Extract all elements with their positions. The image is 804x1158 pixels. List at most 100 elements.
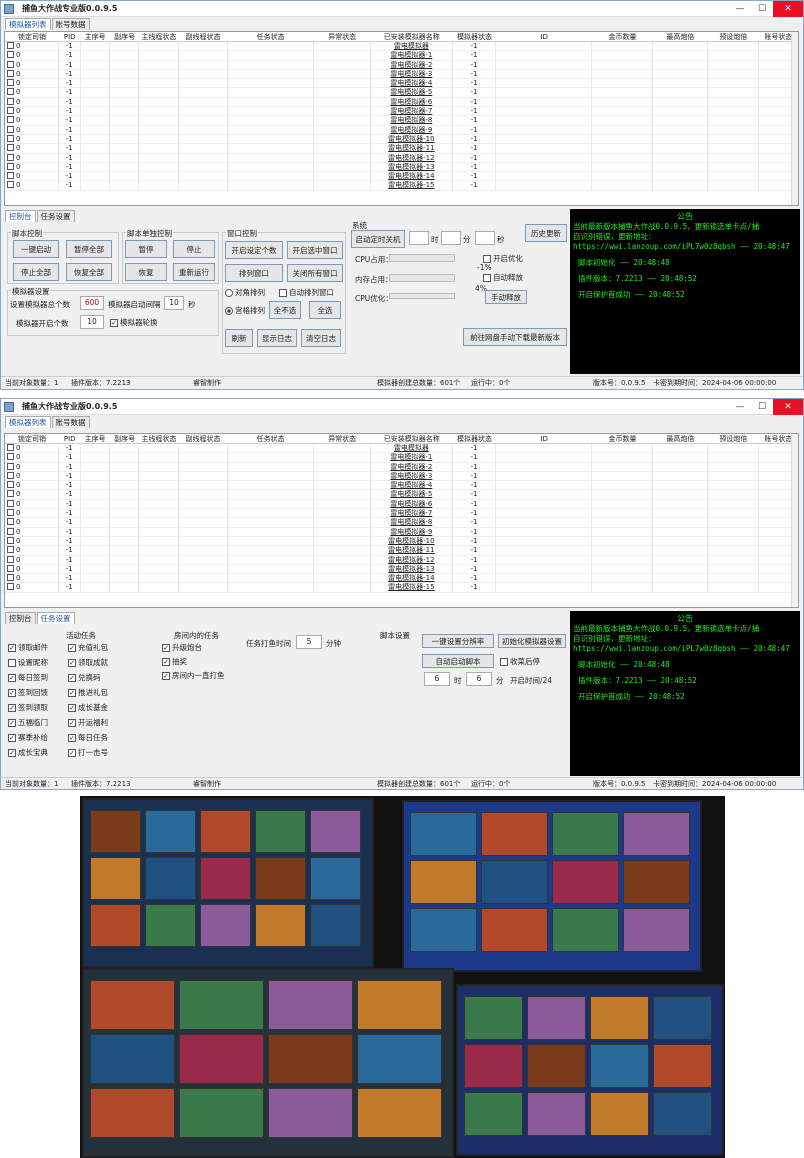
table-scrollbar[interactable] bbox=[791, 434, 798, 607]
column-header[interactable]: 主序号 bbox=[80, 434, 109, 443]
column-header[interactable]: PID bbox=[59, 434, 81, 443]
table-row[interactable]: 0 -1 雷电模拟器-6 -1 bbox=[5, 97, 798, 108]
table-row[interactable]: 0 -1 雷电模拟器-10 -1 bbox=[5, 536, 798, 547]
task-checkbox[interactable]: ✓ 开运福利 bbox=[68, 717, 108, 728]
row-checkbox[interactable] bbox=[7, 79, 14, 87]
init-emulator-button[interactable]: 初始化模拟器设置 bbox=[498, 634, 566, 648]
shutdown-minute-input[interactable] bbox=[441, 231, 461, 245]
diag-radio[interactable]: 对角排列 bbox=[225, 287, 265, 298]
tab-task-settings[interactable]: 任务设置 bbox=[36, 210, 75, 222]
column-header[interactable]: 已安装模拟器名称 bbox=[371, 434, 453, 443]
fish-time-input[interactable]: 5 bbox=[296, 635, 322, 649]
row-checkbox[interactable] bbox=[7, 162, 14, 170]
table-row[interactable]: 0 -1 雷电模拟器-2 -1 bbox=[5, 60, 798, 70]
row-checkbox[interactable] bbox=[7, 481, 14, 489]
table-row[interactable]: 0 -1 雷电模拟器 -1 bbox=[5, 42, 798, 52]
table-row[interactable]: 0 -1 雷电模拟器-9 -1 bbox=[5, 125, 798, 135]
shutdown-hour-input[interactable] bbox=[409, 231, 429, 245]
grid-radio[interactable]: 宫格排列 bbox=[225, 305, 265, 316]
column-header[interactable]: 副序号 bbox=[110, 32, 139, 41]
maximize-button[interactable]: ☐ bbox=[751, 1, 773, 17]
room-task-checkbox[interactable]: ✓ 房间内一直打鱼 bbox=[162, 670, 225, 681]
row-checkbox[interactable] bbox=[7, 107, 14, 115]
close-button[interactable]: ✕ bbox=[773, 399, 803, 415]
stop-all-button[interactable]: 停止全部 bbox=[13, 263, 59, 281]
show-log-button[interactable]: 显示日志 bbox=[257, 329, 297, 347]
row-checkbox[interactable] bbox=[7, 153, 14, 161]
row-checkbox[interactable] bbox=[7, 181, 14, 189]
row-checkbox[interactable] bbox=[7, 134, 14, 142]
restart-button[interactable]: 重新运行 bbox=[173, 263, 215, 281]
start-hour-input[interactable]: 6 bbox=[424, 672, 450, 686]
clear-log-button[interactable]: 清空日志 bbox=[301, 329, 341, 347]
column-header[interactable]: ID bbox=[496, 32, 592, 41]
table-row[interactable]: 0 -1 雷电模拟器-13 -1 bbox=[5, 564, 798, 575]
table-row[interactable]: 0 -1 雷电模拟器-6 -1 bbox=[5, 499, 798, 510]
task-checkbox[interactable]: ✓ 签到回馈 bbox=[8, 687, 48, 698]
history-button[interactable]: 历史更新 bbox=[525, 224, 567, 242]
table-row[interactable]: 0 -1 雷电模拟器-11 -1 bbox=[5, 144, 798, 154]
task-checkbox[interactable]: ✓ 赛季补给 bbox=[8, 732, 48, 743]
column-header[interactable]: 任务状态 bbox=[228, 434, 314, 443]
task-checkbox[interactable]: 设置昵称 bbox=[8, 657, 48, 668]
task-checkbox[interactable]: ✓ 领取邮件 bbox=[8, 642, 48, 653]
table-row[interactable]: 0 -1 雷电模拟器-8 -1 bbox=[5, 518, 798, 528]
open-count-input[interactable]: 10 bbox=[80, 315, 104, 329]
room-task-checkbox[interactable]: ✓ 升级炮台 bbox=[162, 642, 202, 653]
close-restart-checkbox[interactable]: 收菜后停 bbox=[500, 656, 540, 667]
tab-account-data[interactable]: 账号数据 bbox=[51, 416, 90, 428]
column-header[interactable]: 最高炮倍 bbox=[653, 32, 708, 41]
table-row[interactable]: 0 -1 雷电模拟器-7 -1 bbox=[5, 107, 798, 117]
row-checkbox[interactable] bbox=[7, 499, 14, 507]
auto-release-checkbox[interactable]: 自动释放 bbox=[483, 272, 523, 283]
column-header[interactable]: 主序号 bbox=[80, 32, 109, 41]
row-checkbox[interactable] bbox=[7, 144, 14, 152]
row-checkbox[interactable] bbox=[7, 125, 14, 133]
tab-console[interactable]: 控制台 bbox=[5, 210, 36, 222]
arrange-button[interactable]: 排列窗口 bbox=[225, 264, 283, 282]
table-row[interactable]: 0 -1 雷电模拟器 -1 bbox=[5, 444, 798, 454]
row-checkbox[interactable] bbox=[7, 172, 14, 180]
table-row[interactable]: 0 -1 雷电模拟器-12 -1 bbox=[5, 555, 798, 565]
row-checkbox[interactable] bbox=[7, 536, 14, 544]
column-header[interactable]: 预设炮倍 bbox=[708, 434, 759, 443]
table-row[interactable]: 0 -1 雷电模拟器-8 -1 bbox=[5, 116, 798, 126]
table-row[interactable]: 0 -1 雷电模拟器-5 -1 bbox=[5, 88, 798, 98]
table-row[interactable]: 0 -1 雷电模拟器-2 -1 bbox=[5, 462, 798, 472]
row-checkbox[interactable] bbox=[7, 471, 14, 479]
table-scrollbar[interactable] bbox=[791, 32, 798, 205]
table-row[interactable]: 0 -1 雷电模拟器-1 -1 bbox=[5, 51, 798, 61]
minimize-button[interactable]: — bbox=[729, 399, 751, 415]
row-checkbox[interactable] bbox=[7, 546, 14, 554]
task-checkbox[interactable]: ✓ 兑换码 bbox=[68, 672, 101, 683]
table-row[interactable]: 0 -1 雷电模拟器-13 -1 bbox=[5, 162, 798, 173]
cpu-opt-slider[interactable] bbox=[389, 293, 455, 299]
row-checkbox[interactable] bbox=[7, 60, 14, 68]
column-header[interactable]: 异常状态 bbox=[314, 434, 371, 443]
table-row[interactable]: 0 -1 雷电模拟器-14 -1 bbox=[5, 574, 798, 584]
room-task-checkbox[interactable]: ✓ 抽奖 bbox=[162, 656, 187, 667]
manual-release-button[interactable]: 手动释放 bbox=[485, 290, 527, 304]
column-header[interactable]: 最高炮倍 bbox=[653, 434, 708, 443]
task-checkbox[interactable]: ✓ 五福临门 bbox=[8, 717, 48, 728]
pause-button[interactable]: 暂停 bbox=[125, 240, 167, 258]
resume-all-button[interactable]: 恢复全部 bbox=[66, 263, 112, 281]
rotate-checkbox[interactable]: ✓ 模拟器轮换 bbox=[110, 317, 158, 328]
task-checkbox[interactable]: ✓ 成长宝典 bbox=[8, 747, 48, 758]
close-button[interactable]: ✕ bbox=[773, 1, 803, 17]
column-header[interactable]: 预设炮倍 bbox=[708, 32, 759, 41]
auto-arrange-checkbox[interactable]: 自动排列窗口 bbox=[279, 287, 334, 298]
open-n-button[interactable]: 开启设定个数 bbox=[225, 241, 283, 259]
column-header[interactable]: PID bbox=[59, 32, 81, 41]
table-row[interactable]: 0 -1 雷电模拟器-12 -1 bbox=[5, 153, 798, 163]
row-checkbox[interactable] bbox=[7, 555, 14, 563]
download-button[interactable]: 前往网盘手动下载最新版本 bbox=[463, 328, 567, 346]
column-header[interactable]: 副序号 bbox=[110, 434, 139, 443]
row-checkbox[interactable] bbox=[7, 564, 14, 572]
row-checkbox[interactable] bbox=[7, 509, 14, 517]
interval-input[interactable]: 10 bbox=[164, 296, 184, 310]
row-checkbox[interactable] bbox=[7, 518, 14, 526]
task-checkbox[interactable]: ✓ 签到领取 bbox=[8, 702, 48, 713]
auto-start-button[interactable]: 自动启动脚本 bbox=[422, 654, 494, 668]
table-row[interactable]: 0 -1 雷电模拟器-5 -1 bbox=[5, 490, 798, 500]
